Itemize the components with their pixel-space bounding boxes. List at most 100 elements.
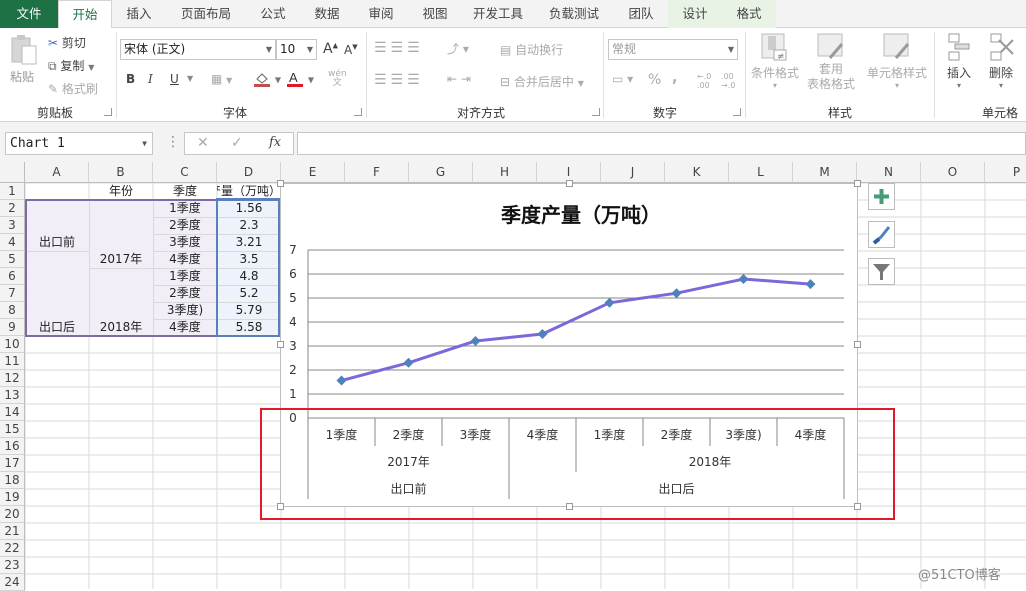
tab-11[interactable]: 设计 <box>668 0 722 28</box>
data-point-marker[interactable] <box>336 375 347 386</box>
row-header[interactable]: 2 <box>0 200 25 217</box>
more-icon[interactable]: ⋮ <box>166 134 180 150</box>
copy-button[interactable]: ⧉ 复制 ▼ <box>48 57 94 74</box>
row-header[interactable]: 3 <box>0 217 25 234</box>
cell-styles-button[interactable]: 单元格样式 ▾ <box>865 32 929 90</box>
column-header[interactable]: N <box>857 162 921 183</box>
column-header[interactable]: C <box>153 162 217 183</box>
cell-C1[interactable]: 季度 <box>153 183 217 200</box>
data-point-marker[interactable] <box>805 279 816 290</box>
column-header[interactable]: G <box>409 162 473 183</box>
orientation-button[interactable]: ⤴ ▾ <box>447 40 469 57</box>
column-header[interactable]: H <box>473 162 537 183</box>
formula-input[interactable] <box>297 132 1026 155</box>
border-button[interactable]: ▦ ▼ <box>211 72 232 86</box>
cut-button[interactable]: ✂ 剪切 <box>48 34 86 51</box>
tab-9[interactable]: 负载测试 <box>534 0 614 28</box>
horizontal-align-buttons[interactable]: ☰☰☰ <box>374 72 424 88</box>
row-header[interactable]: 7 <box>0 285 25 302</box>
row-header[interactable]: 5 <box>0 251 25 268</box>
column-header[interactable]: J <box>601 162 665 183</box>
select-all-button[interactable] <box>0 162 25 183</box>
tab-12[interactable]: 格式 <box>722 0 776 28</box>
row-header[interactable]: 10 <box>0 336 25 353</box>
font-launcher-icon[interactable] <box>354 108 362 116</box>
clipboard-launcher-icon[interactable] <box>104 108 112 116</box>
row-header[interactable]: 24 <box>0 574 25 591</box>
indent-buttons[interactable]: ⇤ ⇥ <box>447 72 471 86</box>
format-as-table-button[interactable]: 套用 表格格式 <box>803 32 859 92</box>
increase-decimal-button[interactable]: ←.0.00 <box>697 72 711 90</box>
name-box[interactable]: Chart 1 ▼ <box>5 132 153 155</box>
row-header[interactable]: 14 <box>0 404 25 421</box>
data-point-marker[interactable] <box>403 357 414 368</box>
chart-elements-button[interactable] <box>868 183 895 210</box>
row-header[interactable]: 15 <box>0 421 25 438</box>
data-point-marker[interactable] <box>604 297 615 308</box>
fill-color-button[interactable]: ▼ <box>253 70 281 88</box>
row-header[interactable]: 21 <box>0 523 25 540</box>
decrease-decimal-button[interactable]: .00 →.0 <box>721 72 735 90</box>
cell-B1[interactable]: 年份 <box>89 183 153 200</box>
tab-8[interactable]: 开发工具 <box>462 0 534 28</box>
wrap-text-button[interactable]: ▤ 自动换行 <box>500 41 563 58</box>
row-header[interactable]: 4 <box>0 234 25 251</box>
shrink-font-button[interactable]: A▼ <box>344 43 358 57</box>
tab-0[interactable]: 文件 <box>0 0 58 28</box>
number-format-select[interactable]: 常规 ▼ <box>608 39 738 60</box>
column-header[interactable]: B <box>89 162 153 183</box>
column-header[interactable]: F <box>345 162 409 183</box>
percent-button[interactable]: % <box>648 72 661 88</box>
delete-cells-button[interactable]: 删除 ▾ <box>986 32 1016 90</box>
underline-dropdown[interactable]: ▼ <box>187 74 193 83</box>
row-header[interactable]: 16 <box>0 438 25 455</box>
column-header[interactable]: O <box>921 162 985 183</box>
resize-handle[interactable] <box>566 180 573 187</box>
comma-button[interactable]: , <box>672 70 677 86</box>
row-header[interactable]: 8 <box>0 302 25 319</box>
phonetic-button[interactable]: wén 文 <box>328 70 347 88</box>
chart-title[interactable]: 季度产量（万吨） <box>500 203 661 227</box>
tab-10[interactable]: 团队 <box>614 0 668 28</box>
row-header[interactable]: 11 <box>0 353 25 370</box>
row-header[interactable]: 9 <box>0 319 25 336</box>
conditional-format-button[interactable]: ≠ 条件格式 ▾ <box>750 32 800 90</box>
paste-button[interactable]: 粘贴 <box>10 34 40 85</box>
bold-button[interactable]: B <box>126 72 135 86</box>
tab-6[interactable]: 审阅 <box>354 0 408 28</box>
insert-cells-button[interactable]: 插入 ▾ <box>944 32 974 90</box>
data-point-marker[interactable] <box>738 274 749 285</box>
cancel-icon[interactable]: ✕ <box>197 135 209 151</box>
tab-3[interactable]: 页面布局 <box>166 0 246 28</box>
row-header[interactable]: 6 <box>0 268 25 285</box>
resize-handle[interactable] <box>854 341 861 348</box>
font-size-select[interactable]: 10 ▼ <box>276 39 317 60</box>
data-point-marker[interactable] <box>671 288 682 299</box>
alignment-launcher-icon[interactable] <box>592 108 600 116</box>
format-painter-button[interactable]: ✎ 格式刷 <box>48 80 98 97</box>
resize-handle[interactable] <box>277 341 284 348</box>
tab-4[interactable]: 公式 <box>246 0 300 28</box>
insert-function-button[interactable]: fx <box>269 135 281 150</box>
data-point-marker[interactable] <box>470 335 481 346</box>
currency-button[interactable]: ▭ ▾ <box>612 72 633 86</box>
row-header[interactable]: 23 <box>0 557 25 574</box>
grow-font-button[interactable]: A▲ <box>323 41 338 57</box>
chart-styles-button[interactable] <box>868 221 895 248</box>
confirm-icon[interactable]: ✓ <box>231 135 243 151</box>
chart-filters-button[interactable] <box>868 258 895 285</box>
row-header[interactable]: 20 <box>0 506 25 523</box>
column-header[interactable]: K <box>665 162 729 183</box>
font-name-select[interactable]: 宋体 (正文) ▼ <box>120 39 276 60</box>
column-header[interactable]: M <box>793 162 857 183</box>
row-header[interactable]: 13 <box>0 387 25 404</box>
column-header[interactable]: P <box>985 162 1026 183</box>
row-header[interactable]: 17 <box>0 455 25 472</box>
resize-handle[interactable] <box>277 180 284 187</box>
column-header[interactable]: E <box>281 162 345 183</box>
italic-button[interactable]: I <box>148 72 153 86</box>
merge-center-button[interactable]: ⊟ 合并后居中 ▼ <box>500 73 584 90</box>
row-header[interactable]: 19 <box>0 489 25 506</box>
number-launcher-icon[interactable] <box>733 108 741 116</box>
column-header[interactable]: D <box>217 162 281 183</box>
